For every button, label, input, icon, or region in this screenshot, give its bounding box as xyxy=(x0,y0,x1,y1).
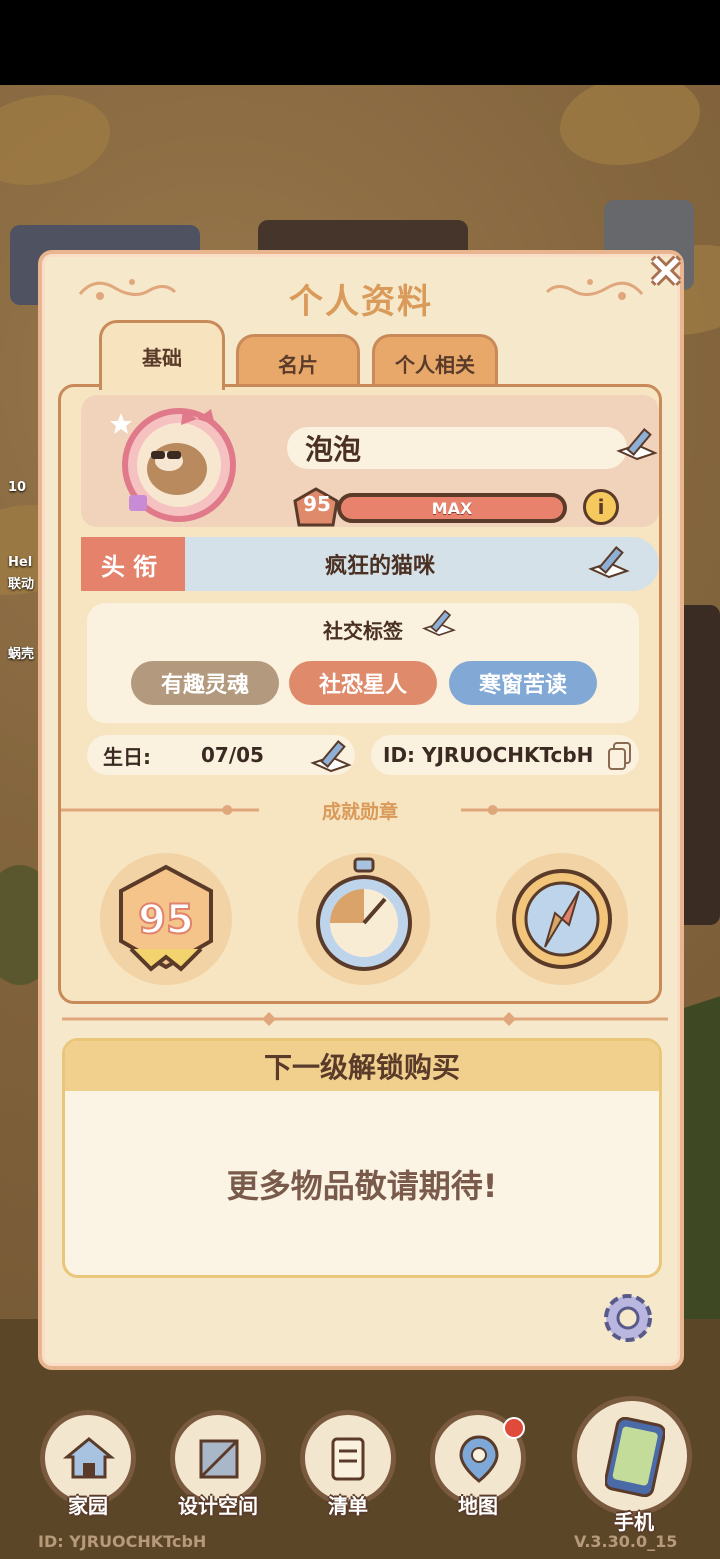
tab-personal[interactable]: 个人相关 xyxy=(372,334,498,390)
level-medal-text: 95 xyxy=(138,897,194,943)
nav-phone-button[interactable] xyxy=(572,1396,692,1516)
checklist-icon xyxy=(331,1437,365,1481)
birthday-field: 生日: 07/05 xyxy=(87,735,355,775)
edit-title-icon[interactable] xyxy=(587,543,631,579)
user-id-text: ID: YJRUOCHKTcbH xyxy=(383,743,594,767)
unlock-header: 下一级解锁购买 xyxy=(65,1041,659,1091)
title-value: 疯狂的猫咪 xyxy=(324,554,435,579)
level-number: 95 xyxy=(303,492,331,516)
edit-birthday-icon[interactable] xyxy=(309,737,353,773)
social-tags-title: 社交标签 xyxy=(323,619,403,643)
phone-icon xyxy=(605,1417,665,1497)
copy-icon[interactable] xyxy=(607,741,633,771)
level-medal-icon[interactable]: 95 xyxy=(91,849,241,989)
unlock-panel: 下一级解锁购买 更多物品敬请期待! xyxy=(62,1038,662,1278)
edit-name-icon[interactable] xyxy=(615,425,659,461)
compass-medal-icon[interactable] xyxy=(487,849,637,989)
nav-checklist-label: 清单 xyxy=(328,1494,368,1518)
level-max-label: MAX xyxy=(431,498,473,518)
nav-home-label: 家园 xyxy=(68,1494,108,1518)
settings-gear-icon[interactable] xyxy=(598,1288,658,1348)
right-flourish-decoration xyxy=(545,279,644,300)
map-pin-icon xyxy=(459,1435,499,1483)
birthday-value: 07/05 xyxy=(201,743,264,767)
nav-phone-label: 手机 xyxy=(614,1510,654,1534)
name-field: 泡泡 xyxy=(287,427,627,469)
nav-map-label: 地图 xyxy=(458,1494,498,1518)
unlock-message: 更多物品敬请期待! xyxy=(226,1167,498,1205)
info-icon[interactable]: i xyxy=(583,489,619,525)
home-icon xyxy=(63,1437,115,1479)
title-label: 头衔 xyxy=(81,537,185,591)
close-icon: ✕ xyxy=(648,248,684,295)
social-tags-box: 社交标签 有趣灵魂 社恐星人 寒窗苦读 xyxy=(87,603,639,723)
birthday-label: 生日: xyxy=(103,744,151,769)
profile-dialog: 个人资料 ✕ 基础 名片 个人相关 泡泡 95 MAX i 头衔 疯狂的猫咪 社… xyxy=(38,248,684,1370)
status-bar xyxy=(0,0,720,85)
profile-header: 泡泡 95 MAX i xyxy=(81,395,659,527)
user-id-field: ID: YJRUOCHKTcbH xyxy=(371,735,639,775)
footer-version: V.3.30.0_15 xyxy=(574,1532,678,1551)
tab-business-card[interactable]: 名片 xyxy=(236,334,360,390)
avatar[interactable] xyxy=(107,399,257,527)
section-separator xyxy=(62,1012,668,1026)
level-progress-fill: MAX xyxy=(341,497,563,519)
social-tag[interactable]: 社恐星人 xyxy=(289,661,437,705)
level-progress-bar: MAX xyxy=(337,493,567,523)
title-row: 头衔 疯狂的猫咪 xyxy=(81,537,659,591)
close-button[interactable]: ✕ xyxy=(642,248,690,296)
edit-tags-icon[interactable] xyxy=(421,607,457,637)
tab-basic[interactable]: 基础 xyxy=(99,320,225,390)
profile-card: 泡泡 95 MAX i 头衔 疯狂的猫咪 社交标签 有趣灵魂 社恐星人 寒窗苦读… xyxy=(58,384,662,1004)
stopwatch-medal-icon[interactable] xyxy=(289,849,439,989)
social-tag[interactable]: 寒窗苦读 xyxy=(449,661,597,705)
player-name: 泡泡 xyxy=(305,433,362,466)
design-ruler-icon xyxy=(199,1439,239,1479)
notification-dot xyxy=(503,1417,525,1439)
footer-user-id: ID: YJRUOCHKTcbH xyxy=(38,1532,207,1551)
nav-design-label: 设计空间 xyxy=(178,1494,258,1518)
achievements-title: 成就勋章 xyxy=(321,801,398,823)
social-tag[interactable]: 有趣灵魂 xyxy=(131,661,279,705)
